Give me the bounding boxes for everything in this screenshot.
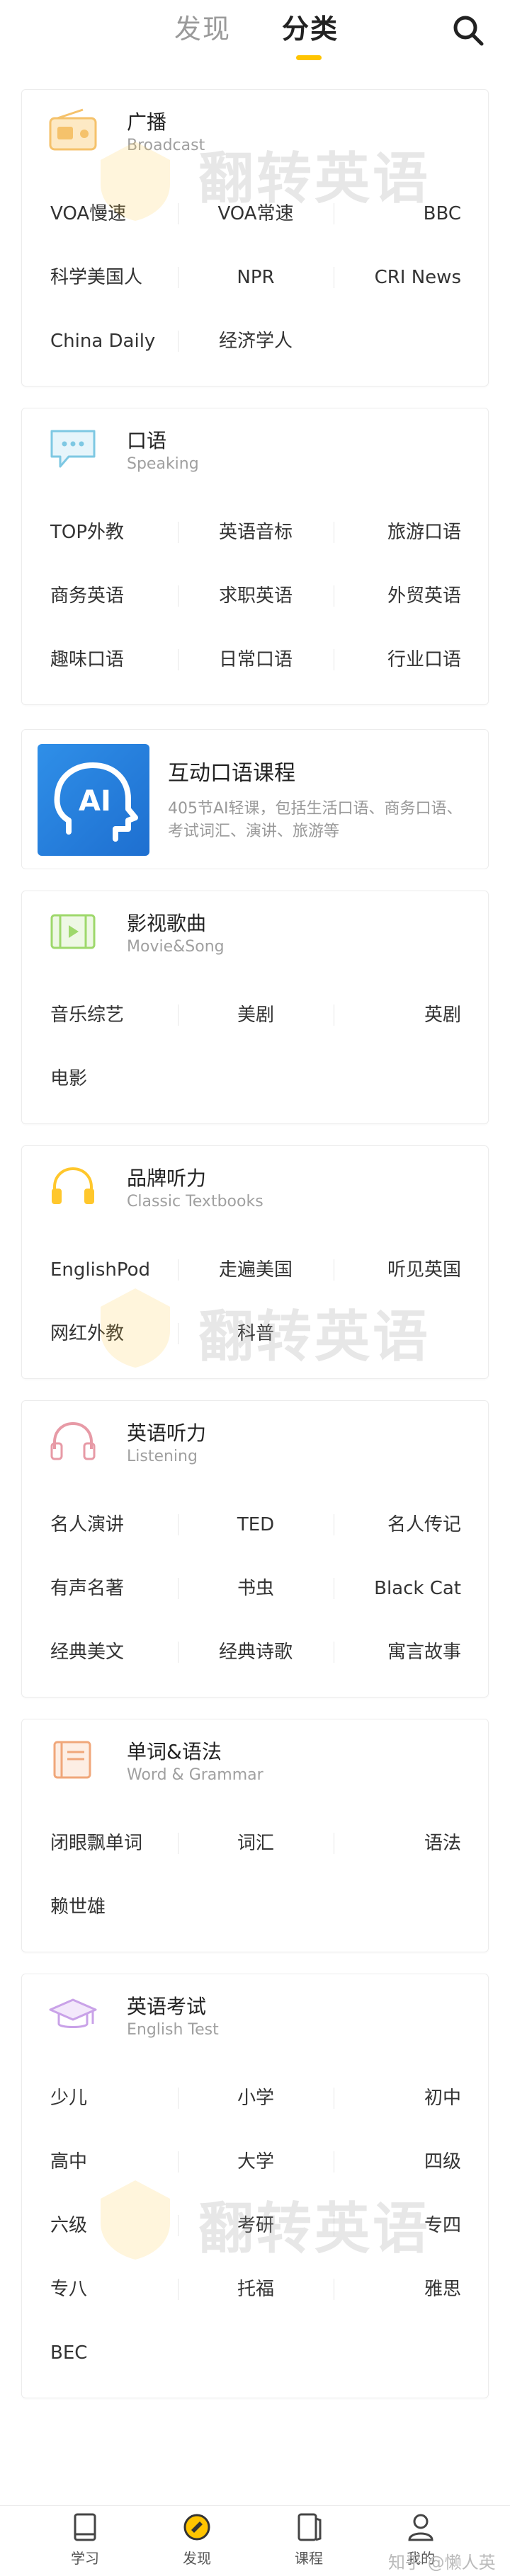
tab-discover[interactable]: 发现	[174, 7, 231, 46]
section-subtitle: Classic Textbooks	[127, 1193, 264, 1210]
category-item[interactable]: 赖世雄	[50, 1875, 206, 1939]
course-icon	[298, 2513, 322, 2541]
user-icon	[408, 2514, 434, 2541]
nav-label: 发现	[183, 2550, 211, 2567]
section-title: 口语	[127, 429, 167, 452]
section-subtitle: Movie&Song	[127, 938, 225, 956]
section-title: 广播	[127, 110, 167, 134]
section-subtitle: Word & Grammar	[127, 1766, 264, 1784]
section-title: 品牌听力	[127, 1167, 207, 1190]
headphones-icon	[50, 1421, 96, 1460]
nav-label: 学习	[71, 2550, 99, 2567]
section-subtitle: English Test	[127, 2021, 219, 2039]
category-item[interactable]: 语法	[305, 1811, 461, 1875]
category-item[interactable]: 电影	[50, 1047, 206, 1111]
category-item[interactable]: 科普	[178, 1302, 334, 1366]
tab-category[interactable]: 分类	[282, 7, 339, 46]
category-item[interactable]: 经济学人	[178, 309, 334, 373]
nav-discover[interactable]: 发现	[154, 2512, 239, 2568]
category-item[interactable]: 行业口语	[305, 628, 461, 692]
section-subtitle: Broadcast	[127, 137, 205, 154]
section-title: 影视歌曲	[127, 912, 207, 935]
category-item[interactable]: CRI News	[305, 246, 461, 309]
section-subtitle: Listening	[127, 1448, 198, 1465]
graduation-cap-icon	[49, 1998, 97, 2028]
section-word-grammar: 单词&语法 Word & Grammar 闭眼飘单词 词汇 语法 赖世雄	[21, 1719, 489, 1952]
section-title: 英语听力	[127, 1421, 207, 1445]
book-study-icon	[74, 2513, 96, 2541]
section-subtitle: Speaking	[127, 455, 199, 473]
section-classic-textbooks: 品牌听力 Classic Textbooks EnglishPod 走遍美国 听…	[21, 1145, 489, 1379]
nav-study[interactable]: 学习	[42, 2512, 128, 2568]
discover-icon	[183, 2514, 210, 2541]
book-icon	[53, 1741, 91, 1779]
section-listening: 英语听力 Listening 名人演讲 TED 名人传记 有声名著 书虫 Bla…	[21, 1400, 489, 1698]
section-english-test: 英语考试 English Test 少儿 小学 初中 高中 大学 四级 六级 考…	[21, 1974, 489, 2398]
course-title: 互动口语课程	[168, 761, 295, 786]
section-movie-song: 影视歌曲 Movie&Song 音乐综艺 美剧 英剧 电影	[21, 891, 489, 1124]
course-description: 405节AI轻课，包括生活口语、商务口语、考试词汇、演讲、旅游等	[168, 800, 463, 840]
radio-icon	[49, 108, 97, 151]
category-item[interactable]: BEC	[50, 2321, 206, 2385]
nav-course[interactable]: 课程	[266, 2512, 351, 2568]
category-item[interactable]: 外贸英语	[305, 564, 461, 628]
category-item[interactable]: 英剧	[305, 983, 461, 1047]
category-item[interactable]: 初中	[305, 2066, 461, 2130]
category-item[interactable]: 旅游口语	[305, 500, 461, 564]
section-title: 单词&语法	[127, 1740, 222, 1763]
category-item[interactable]: 名人传记	[305, 1493, 461, 1557]
category-item[interactable]: BBC	[305, 182, 461, 246]
section-speaking: 口语 Speaking TOP外教 英语音标 旅游口语 商务英语 求职英语 外贸…	[21, 408, 489, 705]
active-tab-indicator	[296, 55, 322, 60]
category-item[interactable]: 专四	[305, 2194, 461, 2257]
top-header: 发现 分类	[0, 0, 510, 78]
interactive-course-banner[interactable]: AI 互动口语课程 405节AI轻课，包括生活口语、商务口语、考试词汇、演讲、旅…	[21, 729, 489, 869]
section-broadcast: 广播 Broadcast VOA慢速 VOA常速 BBC 科学美国人 NPR C…	[21, 89, 489, 387]
category-item[interactable]: 听见英国	[305, 1238, 461, 1302]
category-item[interactable]: 雅思	[305, 2257, 461, 2321]
film-icon	[50, 914, 96, 949]
search-icon[interactable]	[450, 13, 486, 48]
chat-bubble-icon	[50, 430, 96, 468]
source-credit: 知乎 @懒人英语	[388, 2553, 496, 2572]
ai-head-icon: AI	[38, 744, 149, 856]
nav-label: 课程	[295, 2550, 323, 2567]
headphones-icon	[52, 1167, 94, 1204]
category-item[interactable]: Black Cat	[305, 1557, 461, 1620]
category-item[interactable]: 四级	[305, 2130, 461, 2194]
svg-text:AI: AI	[79, 785, 111, 818]
section-title: 英语考试	[127, 1995, 207, 2018]
category-item[interactable]: 寓言故事	[305, 1620, 461, 1684]
